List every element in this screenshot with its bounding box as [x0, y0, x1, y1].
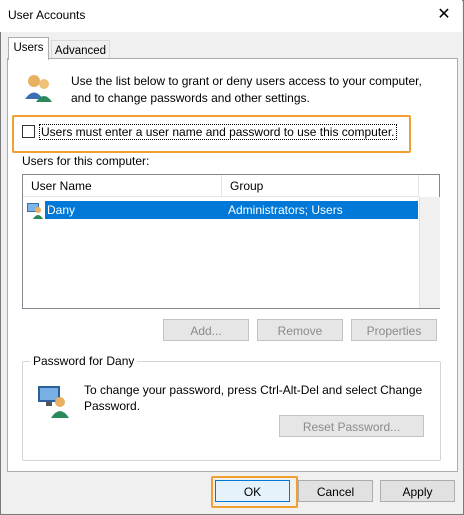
cancel-button-label: Cancel	[316, 485, 355, 499]
require-password-text: Users must enter a user name and passwor…	[41, 125, 395, 139]
add-user-button[interactable]: Add...	[163, 319, 249, 341]
user-name-cell: Dany	[47, 203, 76, 217]
window-title: User Accounts	[8, 8, 86, 22]
column-group-label: Group	[230, 179, 264, 193]
ok-button[interactable]: OK	[215, 480, 290, 502]
tab-users[interactable]: Users	[8, 37, 49, 60]
require-password-checkbox[interactable]	[22, 125, 35, 138]
require-password-label[interactable]: Users must enter a user name and passwor…	[39, 124, 397, 140]
vertical-scrollbar[interactable]	[419, 197, 440, 308]
tab-users-label: Users	[13, 42, 44, 54]
column-header-user-name[interactable]: User Name	[23, 175, 222, 197]
apply-button-label: Apply	[402, 485, 433, 499]
password-text-line-2: Password.	[84, 399, 141, 413]
reset-password-button[interactable]: Reset Password...	[279, 415, 424, 437]
users-icon	[22, 72, 54, 104]
user-group-cell: Administrators; Users	[228, 203, 343, 217]
user-key-icon	[36, 382, 72, 418]
users-listview[interactable]: User Name Group Dany Administrators; Use…	[22, 174, 440, 309]
intro-line-1: Use the list below to grant or deny user…	[71, 74, 422, 88]
properties-button[interactable]: Properties	[351, 319, 437, 341]
tab-advanced-label: Advanced	[54, 45, 107, 57]
password-text-line-1: To change your password, press Ctrl-Alt-…	[84, 383, 423, 397]
remove-user-button-label: Remove	[277, 324, 323, 338]
close-icon[interactable]: ✕	[434, 5, 454, 25]
apply-button[interactable]: Apply	[380, 480, 455, 502]
remove-user-button[interactable]: Remove	[257, 319, 343, 341]
add-user-button-label: Add...	[190, 324, 222, 338]
properties-button-label: Properties	[366, 324, 422, 338]
user-row-icon	[26, 201, 44, 219]
users-list-label: Users for this computer:	[22, 154, 150, 168]
column-user-name-label: User Name	[31, 179, 92, 193]
title-bar: User Accounts ✕	[0, 0, 462, 32]
ok-button-label: OK	[243, 485, 262, 499]
column-header-group[interactable]: Group	[222, 175, 419, 197]
cancel-button[interactable]: Cancel	[298, 480, 373, 502]
intro-line-2: and to change passwords and other settin…	[71, 91, 310, 105]
reset-password-button-label: Reset Password...	[302, 420, 401, 434]
password-group-title: Password for Dany	[30, 354, 138, 368]
table-row[interactable]: Dany Administrators; Users	[45, 201, 418, 219]
